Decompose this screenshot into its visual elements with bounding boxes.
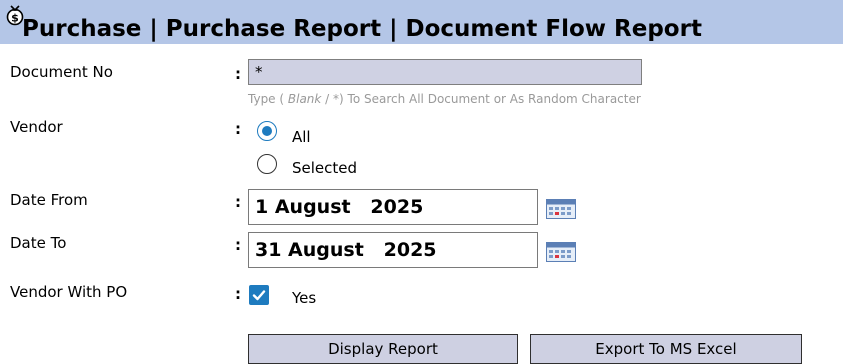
display-report-button[interactable]: Display Report xyxy=(248,334,518,364)
date-from-input[interactable]: 1 August 2025 xyxy=(248,189,538,225)
date-to-calendar-icon[interactable] xyxy=(546,242,576,262)
export-excel-button[interactable]: Export To MS Excel xyxy=(530,334,802,364)
vendor-all-label[interactable]: All xyxy=(292,127,311,147)
date-to-input[interactable]: 31 August 2025 xyxy=(248,232,538,268)
svg-text:$: $ xyxy=(11,12,19,25)
vendor-with-po-yes-label[interactable]: Yes xyxy=(292,288,316,308)
hint-blank-word: Blank xyxy=(287,92,322,106)
vendor-selected-radio[interactable] xyxy=(257,154,277,174)
vendor-selected-label[interactable]: Selected xyxy=(292,158,357,178)
colon: : xyxy=(235,285,241,303)
colon: : xyxy=(235,65,241,83)
vendor-label: Vendor xyxy=(10,118,63,136)
vendor-with-po-label: Vendor With PO xyxy=(10,283,128,301)
vendor-all-radio[interactable] xyxy=(257,121,277,141)
date-from-label: Date From xyxy=(10,191,88,209)
page-title: Purchase | Purchase Report | Document Fl… xyxy=(22,16,702,42)
colon: : xyxy=(235,236,241,254)
colon: : xyxy=(235,120,241,138)
checkmark-icon xyxy=(252,290,266,301)
date-from-calendar-icon[interactable] xyxy=(546,199,576,219)
date-to-label: Date To xyxy=(10,234,67,252)
document-no-input[interactable] xyxy=(248,59,642,85)
vendor-with-po-checkbox[interactable] xyxy=(249,285,269,305)
document-no-label: Document No xyxy=(10,63,113,81)
document-no-hint: Type ( Blank / *) To Search All Document… xyxy=(248,92,641,106)
colon: : xyxy=(235,193,241,211)
